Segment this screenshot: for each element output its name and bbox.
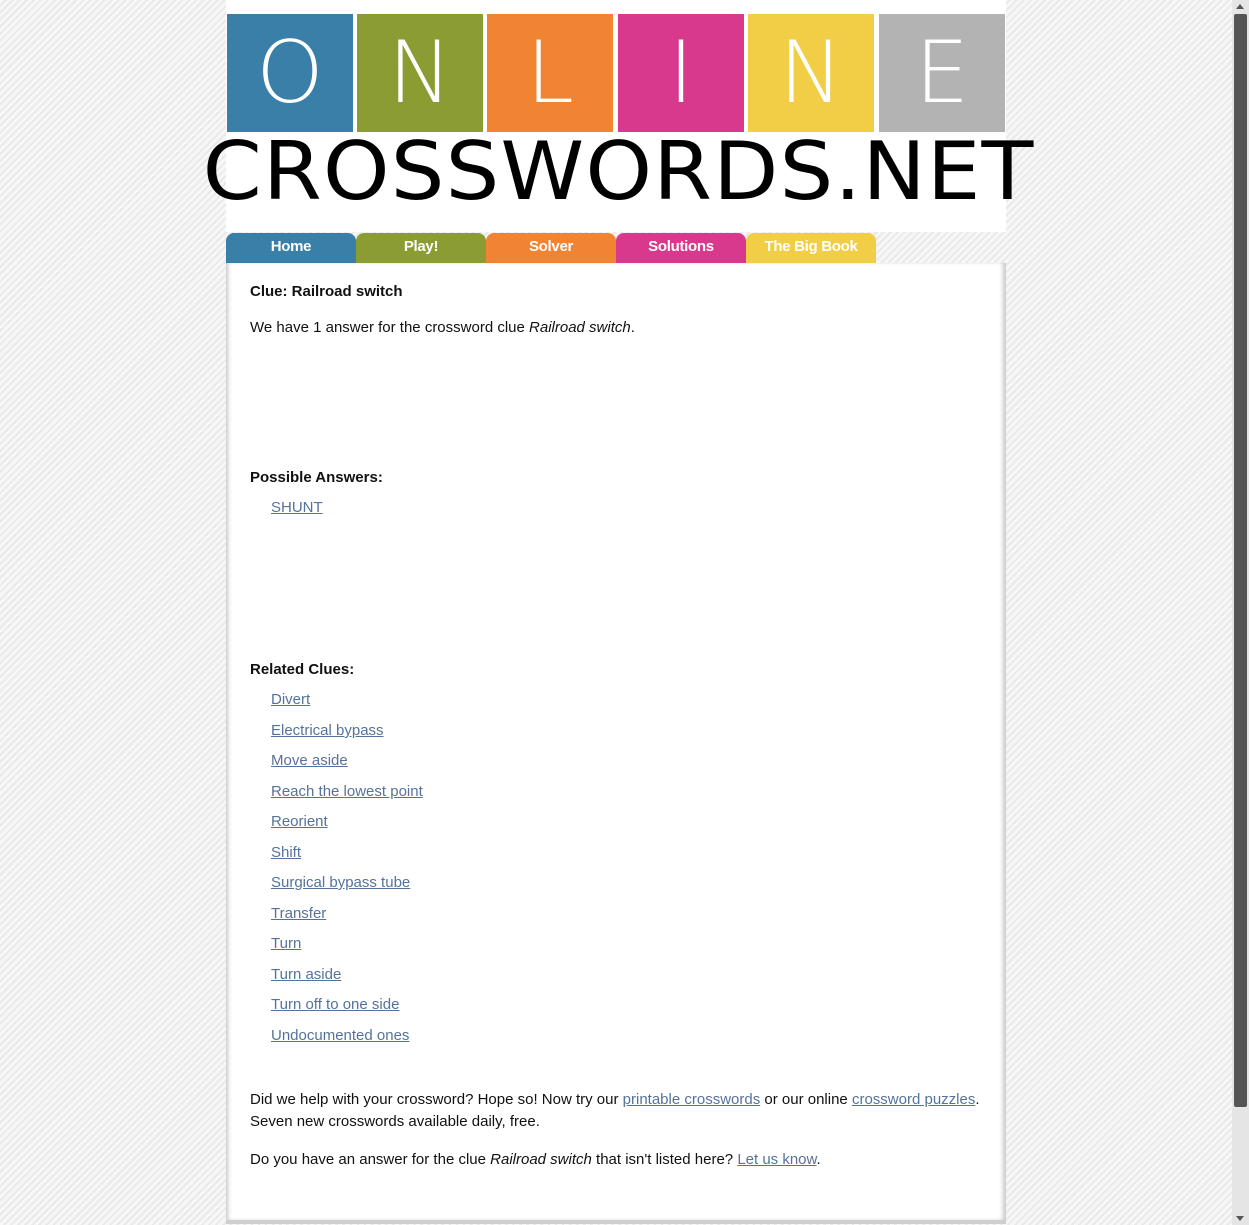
related-clue-link[interactable]: Electrical bypass xyxy=(271,722,384,739)
scroll-down-arrow-icon[interactable] xyxy=(1236,1216,1244,1221)
related-clue-text[interactable]: Turn off to one side xyxy=(271,996,399,1013)
related-clue-link[interactable]: Turn aside xyxy=(271,966,341,983)
ask-text-middle: that isn't listed here? xyxy=(591,1151,738,1168)
vertical-scrollbar[interactable] xyxy=(1232,0,1249,1225)
intro-text: We have 1 answer for the crossword clue xyxy=(250,319,530,336)
logo-letter: I xyxy=(668,23,694,123)
logo-letter: O xyxy=(256,23,324,123)
help-text: Did we help with your crossword? Hope so… xyxy=(250,1091,623,1108)
related-clue-text[interactable]: Shift xyxy=(271,844,301,861)
help-paragraph: Did we help with your crossword? Hope so… xyxy=(250,1089,990,1133)
related-clue-link[interactable]: Surgical bypass tube xyxy=(271,874,410,891)
related-clue-text[interactable]: Electrical bypass xyxy=(271,722,384,739)
related-clue-text[interactable]: Transfer xyxy=(271,905,326,922)
related-clue-link[interactable]: Reorient xyxy=(271,813,328,830)
related-clue-text[interactable]: Divert xyxy=(271,691,310,708)
printable-crosswords-link[interactable]: printable crosswords xyxy=(623,1091,761,1108)
related-clue-text[interactable]: Reorient xyxy=(271,813,328,830)
crossword-puzzles-link[interactable]: crossword puzzles xyxy=(852,1091,975,1108)
scrollbar-thumb[interactable] xyxy=(1234,14,1247,1107)
logo-tile-i: I xyxy=(618,14,744,132)
site-logo[interactable]: O N L I N E CROSSWORDS.NET xyxy=(203,0,1033,232)
clue-intro: We have 1 answer for the crossword clue … xyxy=(250,317,635,339)
let-us-know-link[interactable]: Let us know xyxy=(737,1151,816,1168)
logo-letter: E xyxy=(914,23,970,123)
ask-clue-text: Railroad switch xyxy=(490,1151,592,1168)
related-clue-link[interactable]: Shift xyxy=(271,844,301,861)
page: O N L I N E CROSSWORDS.NET Home Play! So… xyxy=(203,0,1033,1225)
logo-tile-n2: N xyxy=(748,14,874,132)
logo-tile-e: E xyxy=(879,14,1005,132)
help-text-line2: Seven new crosswords available daily, fr… xyxy=(250,1113,540,1130)
answer-link[interactable]: SHUNT xyxy=(271,499,323,516)
help-text-suffix: . xyxy=(975,1091,980,1108)
related-clue-text[interactable]: Surgical bypass tube xyxy=(271,874,410,891)
clue-heading: Clue: Railroad switch xyxy=(250,283,403,300)
scroll-up-arrow-icon[interactable] xyxy=(1236,4,1244,9)
related-clue-text[interactable]: Turn xyxy=(271,935,301,952)
logo-tile-n: N xyxy=(357,14,483,132)
related-clue-link[interactable]: Undocumented ones xyxy=(271,1027,409,1044)
possible-answers-heading: Possible Answers: xyxy=(250,469,383,486)
ask-text-suffix: . xyxy=(816,1151,821,1168)
related-clues-heading: Related Clues: xyxy=(250,661,355,678)
tab-the-big-book[interactable]: The Big Book xyxy=(746,233,876,263)
tab-solver[interactable]: Solver xyxy=(486,233,616,263)
tab-play[interactable]: Play! xyxy=(356,233,486,263)
tab-solutions[interactable]: Solutions xyxy=(616,233,746,263)
related-clue-text[interactable]: Undocumented ones xyxy=(271,1027,409,1044)
ask-text: Do you have an answer for the clue xyxy=(250,1151,491,1168)
related-clue-link[interactable]: Reach the lowest point xyxy=(271,783,423,800)
answer-link-text[interactable]: SHUNT xyxy=(271,499,323,516)
related-clue-link[interactable]: Move aside xyxy=(271,752,348,769)
related-clue-link[interactable]: Turn xyxy=(271,935,301,952)
logo-tile-l: L xyxy=(487,14,613,132)
tab-home[interactable]: Home xyxy=(226,233,356,263)
logo-letter: N xyxy=(387,23,453,123)
main-content: Clue: Railroad switch We have 1 answer f… xyxy=(226,263,1006,1224)
logo-tile-o: O xyxy=(227,14,353,132)
logo-letter: L xyxy=(526,23,574,123)
related-clue-text[interactable]: Turn aside xyxy=(271,966,341,983)
related-clue-text[interactable]: Move aside xyxy=(271,752,348,769)
intro-suffix: . xyxy=(630,319,635,336)
related-clue-link[interactable]: Divert xyxy=(271,691,310,708)
submit-answer-paragraph: Do you have an answer for the clue Railr… xyxy=(250,1149,990,1171)
related-clue-link[interactable]: Transfer xyxy=(271,905,326,922)
help-text-middle: or our online xyxy=(760,1091,852,1108)
logo-wordmark: CROSSWORDS.NET xyxy=(202,125,1035,218)
related-clue-link[interactable]: Turn off to one side xyxy=(271,996,399,1013)
clue-text: Railroad switch xyxy=(529,319,631,336)
logo-letter: N xyxy=(778,23,844,123)
related-clue-text[interactable]: Reach the lowest point xyxy=(271,783,423,800)
